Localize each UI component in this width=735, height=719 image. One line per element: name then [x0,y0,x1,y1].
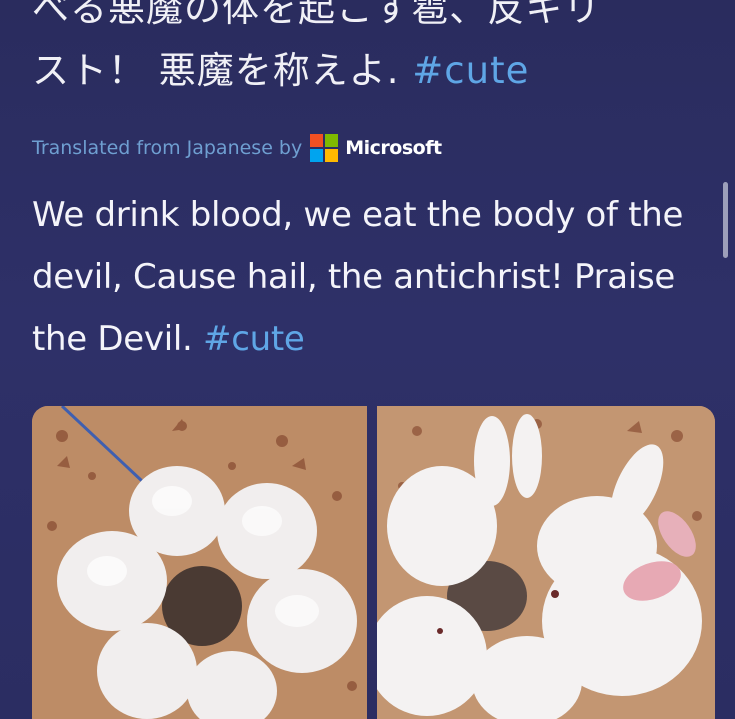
microsoft-logo-icon [310,134,339,162]
microsoft-brand: Microsoft [345,137,442,159]
hashtag-link[interactable]: #cute [412,49,529,92]
translated-tweet-text: We drink blood, we eat the body of the d… [32,184,722,370]
scrollbar-thumb[interactable] [723,182,728,258]
translated-label: Translated from Japanese by [32,137,303,159]
media-grid [32,406,715,719]
tweet-screen: べる悪魔の体を起こす雹、反キリ スト！ 悪魔を称えよ. #cute Transl… [0,0,735,719]
translation-attribution[interactable]: Translated from Japanese by Microsoft [32,133,442,163]
ms-logo-blue [310,149,324,162]
ms-logo-yellow [325,149,339,162]
ms-logo-red [310,134,324,147]
original-text-line-1: べる悪魔の体を起こす雹、反キリ [32,0,602,30]
bunnies-closeup-illustration [377,406,715,719]
ms-logo-green [325,134,339,147]
translation-hashtag-link[interactable]: #cute [203,319,305,359]
translation-body: We drink blood, we eat the body of the d… [32,195,684,359]
original-text-body: スト！ 悪魔を称えよ. [32,49,413,92]
bunnies-closeup-photo[interactable] [377,406,715,719]
original-tweet-text: べる悪魔の体を起こす雹、反キリ スト！ 悪魔を称えよ. #cute [32,0,722,102]
original-text-line-2: スト！ 悪魔を称えよ. #cute [32,40,722,102]
bunnies-circle-photo[interactable] [32,406,367,719]
bunnies-circle-illustration [32,406,367,719]
